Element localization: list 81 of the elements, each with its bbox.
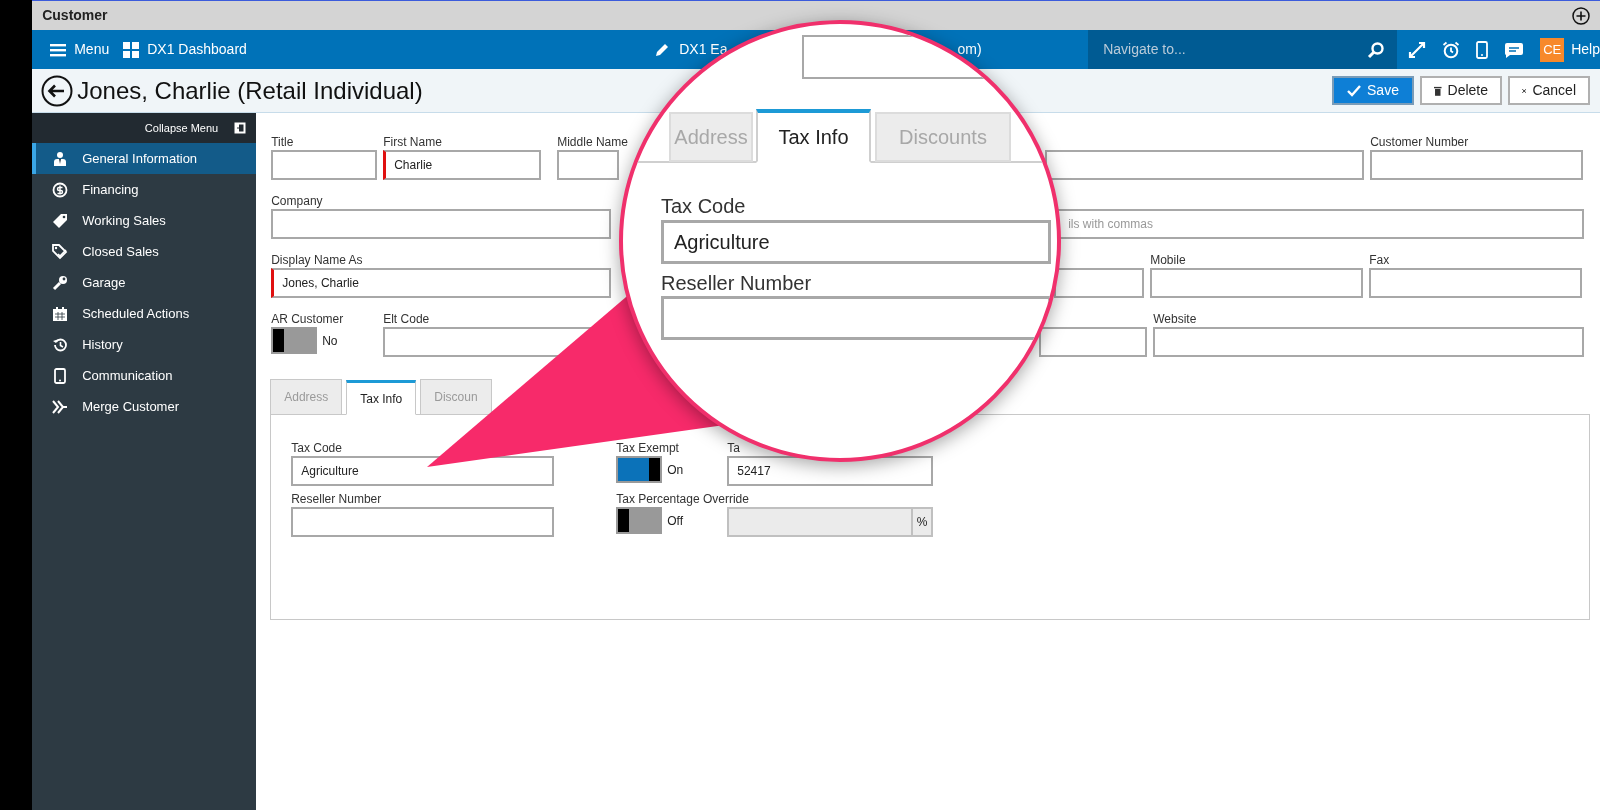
page-heading-fragment: om) (957, 40, 982, 59)
input-field[interactable] (1153, 327, 1585, 357)
unit-label: % (913, 507, 934, 537)
input-field[interactable]: Jones, Charlie (271, 268, 612, 298)
input-field[interactable] (557, 150, 620, 180)
sidebar-item[interactable]: Garage (32, 267, 257, 298)
mobile-phone-icon (52, 367, 69, 384)
field-label: Title (271, 134, 294, 150)
merge-icon (52, 398, 69, 415)
field-label: Middle Name (557, 134, 628, 150)
page-heading-fragment: DX1 Ea (679, 40, 728, 59)
menu-icon (50, 42, 67, 57)
field-label: Tax Exempt (616, 440, 679, 456)
expand-icon (1408, 40, 1427, 59)
tab[interactable]: Tax Info (346, 380, 417, 415)
input-field[interactable]: Agriculture (291, 456, 555, 486)
save-button[interactable]: Save (1332, 76, 1414, 105)
chat-icon (1504, 41, 1525, 58)
record-title: Jones, Charlie (Retail Individual) (77, 75, 423, 106)
toggle-switch[interactable] (616, 507, 663, 534)
input-field[interactable] (1150, 268, 1364, 298)
sidebar-item[interactable]: History (32, 329, 257, 360)
pencil-icon (654, 41, 671, 58)
toggle-state-label: No (322, 332, 338, 350)
sidebar-item[interactable]: Communication (32, 360, 257, 391)
sidebar-item[interactable]: Closed Sales (32, 236, 257, 267)
sidebar-item[interactable]: Working Sales (32, 205, 257, 236)
check-icon (1347, 84, 1362, 97)
field-label: AR Customer (271, 311, 345, 327)
cancel-button[interactable]: Cancel (1508, 76, 1590, 105)
input-field[interactable] (661, 296, 1051, 340)
sidebar-item[interactable]: General Information (32, 143, 257, 174)
field-label: Website (1153, 311, 1197, 327)
grid-icon (123, 41, 140, 58)
tag-icon (52, 212, 69, 229)
input-field[interactable]: Charlie (383, 150, 542, 180)
field-label: Tax Percentage Override (616, 491, 749, 507)
collapse-icon (234, 122, 247, 134)
calendar-icon (52, 305, 69, 322)
field-label: Elt Code (383, 311, 430, 327)
input-field[interactable] (291, 507, 555, 537)
sidebar-item[interactable]: Financing (32, 174, 257, 205)
person-icon (52, 150, 69, 167)
input-field[interactable] (1369, 268, 1583, 298)
input-field[interactable] (271, 209, 612, 239)
add-icon (1572, 6, 1590, 25)
field-label: Mobile (1150, 252, 1186, 268)
toggle-state-label: On (667, 461, 684, 479)
sidebar-item[interactable]: Merge Customer (32, 391, 257, 422)
field-label: Tax Code (291, 440, 342, 456)
field-label: Reseller Number (291, 491, 382, 507)
toggle-switch[interactable] (616, 456, 663, 483)
field-label: Reseller Number (661, 271, 812, 296)
dashboard-link[interactable]: DX1 Dashboard (123, 39, 247, 60)
field-label: Tax Code (661, 194, 746, 219)
sidebar-item[interactable]: Scheduled Actions (32, 298, 257, 329)
collapse-menu-button[interactable]: Collapse Menu (144, 119, 219, 137)
search-field[interactable]: Navigate to... (1088, 30, 1398, 69)
input-field[interactable] (271, 150, 378, 180)
field-label: Company (271, 193, 323, 209)
tab[interactable]: Tax Info (756, 109, 871, 163)
back-icon (41, 74, 74, 107)
menu-button[interactable]: Menu (50, 39, 110, 60)
dollar-icon (52, 181, 69, 198)
field-label: Fax (1369, 252, 1390, 268)
tags-icon (52, 243, 69, 260)
toggle-switch[interactable] (271, 327, 318, 354)
alarm-clock-icon (1442, 40, 1461, 59)
window-title: Customer (42, 6, 108, 25)
field-label: Ta (727, 440, 740, 456)
help-link[interactable]: Help (1571, 39, 1600, 60)
search-icon (1367, 40, 1386, 59)
input-field[interactable] (1370, 150, 1584, 180)
history-icon (52, 336, 69, 353)
field-label: First Name (383, 134, 442, 150)
toggle-state-label: Off (667, 512, 683, 530)
input-field[interactable]: Agriculture (661, 220, 1051, 264)
field-label: Customer Number (1370, 134, 1469, 150)
delete-button[interactable]: Delete (1420, 76, 1502, 105)
mobile-phone-icon (1476, 40, 1489, 59)
field-label: Display Name As (271, 252, 363, 268)
